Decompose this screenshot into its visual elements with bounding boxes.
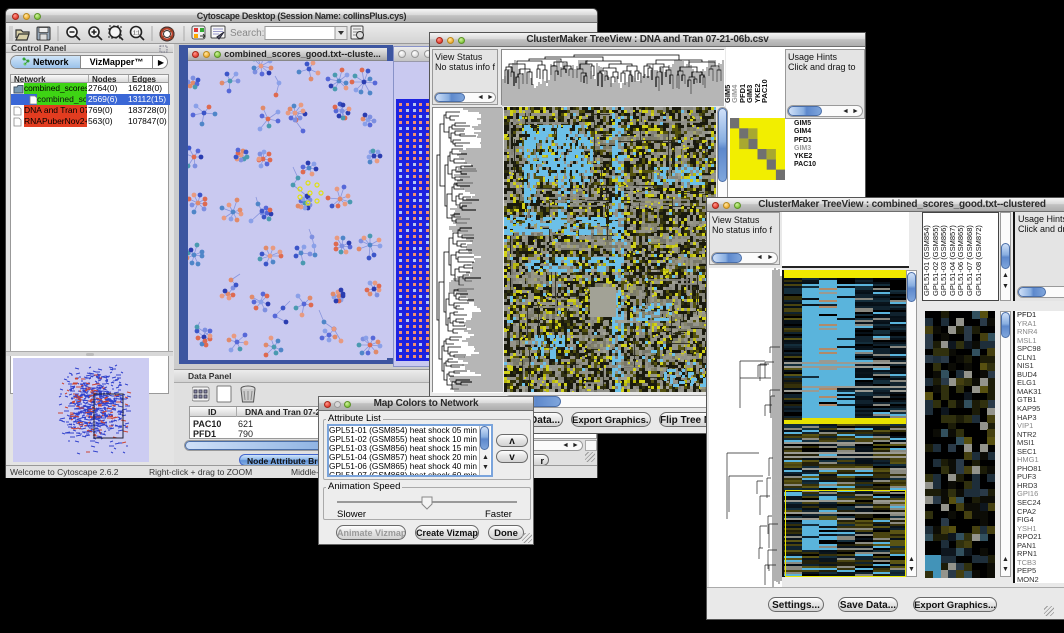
svg-text:1:1: 1:1 [133,31,140,37]
svg-text:Search:: Search: [230,28,264,39]
